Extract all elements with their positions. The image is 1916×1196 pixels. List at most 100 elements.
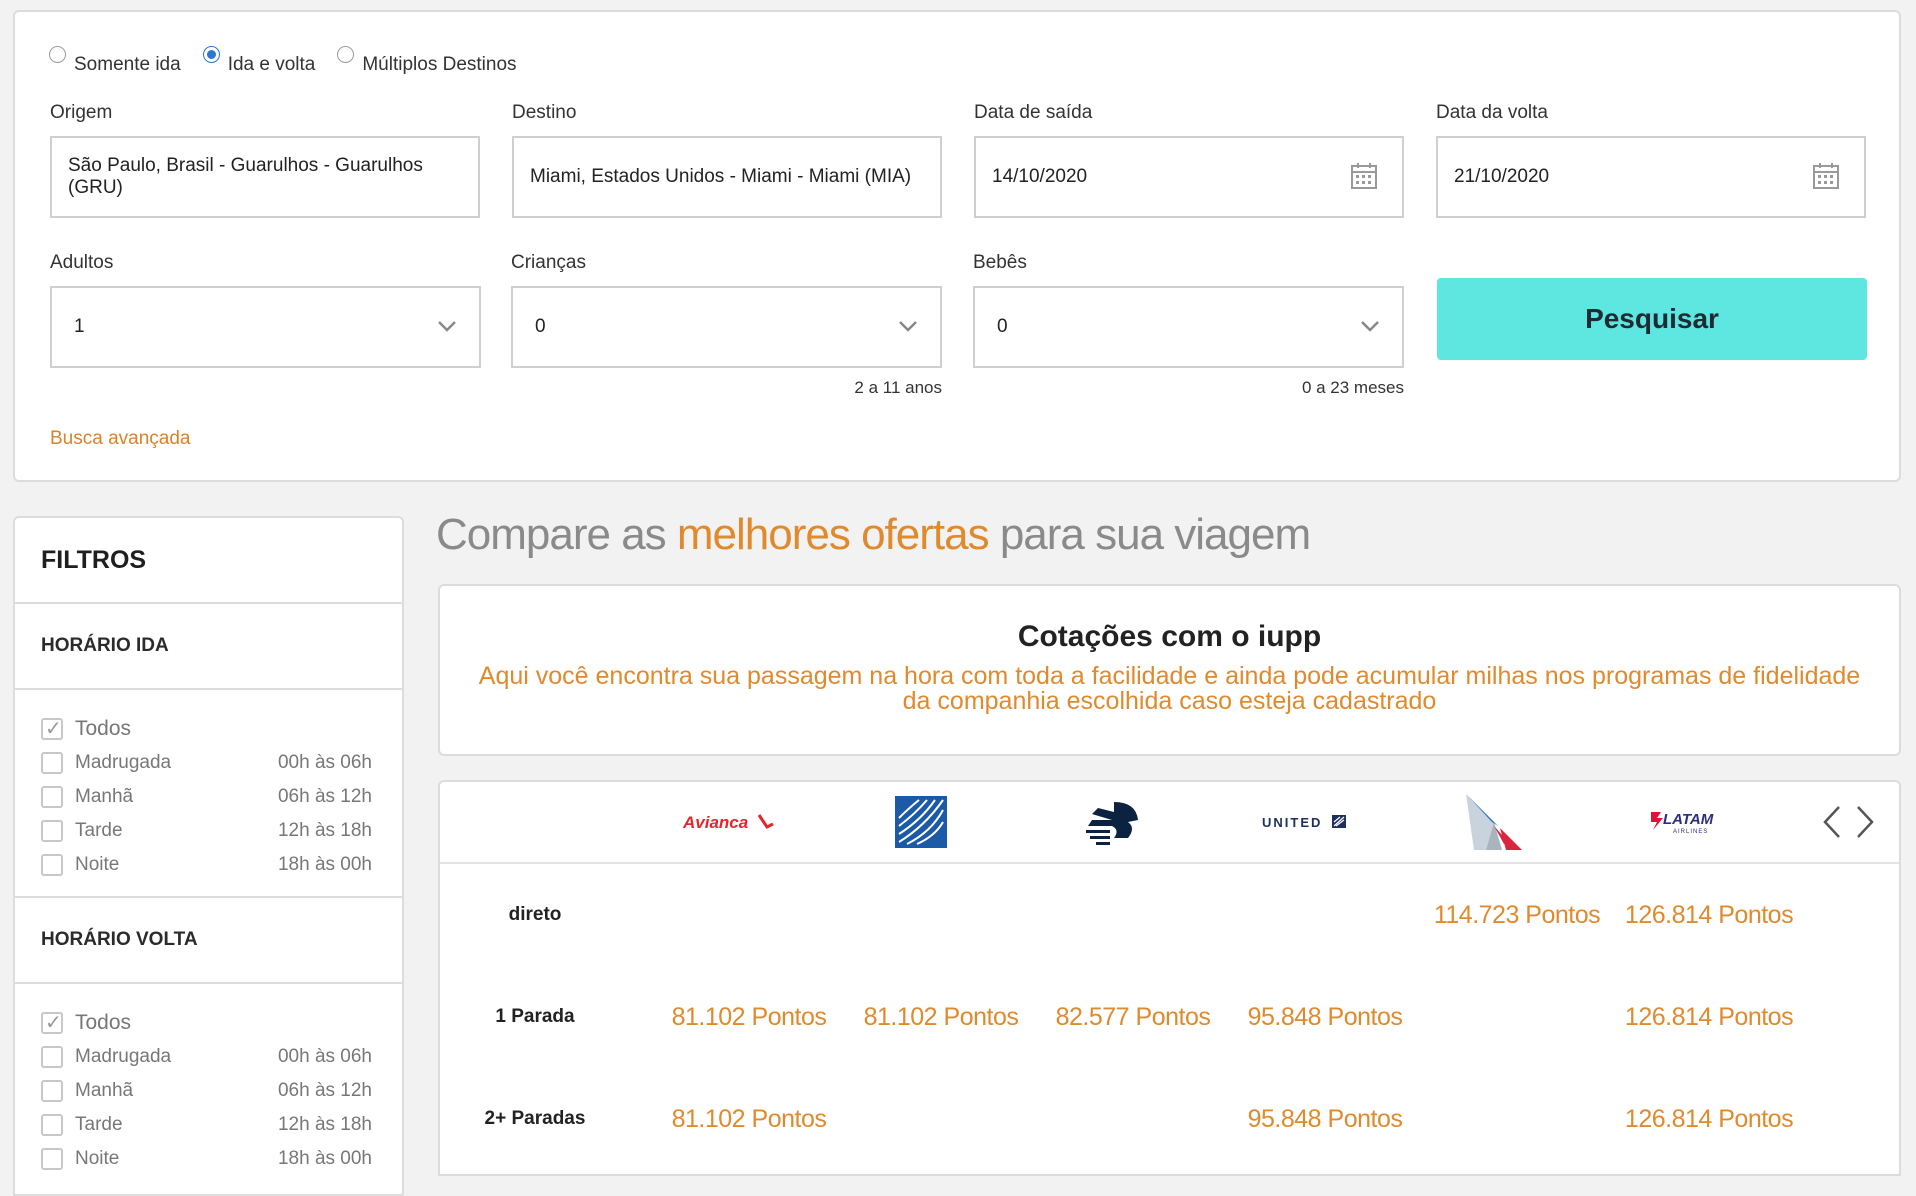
calendar-icon[interactable] — [1812, 162, 1840, 190]
checkbox[interactable] — [41, 786, 63, 808]
filter-option[interactable]: Noite 18h às 00h — [41, 1142, 372, 1176]
checkbox[interactable] — [41, 1010, 63, 1035]
adults-value: 1 — [74, 316, 85, 337]
trip-type-one-way[interactable]: Somente ida — [49, 44, 181, 76]
avianca-logo-icon: Avianca — [683, 813, 774, 832]
destination-input[interactable]: Miami, Estados Unidos - Miami - Miami (M… — [512, 136, 942, 218]
chevron-left-icon[interactable] — [1821, 804, 1843, 840]
price-cell[interactable]: 82.577 Pontos — [1038, 1003, 1228, 1032]
united-logo[interactable]: UNITED — [1230, 792, 1380, 852]
filter-option-name: Madrugada — [75, 752, 172, 773]
one-way-radio[interactable] — [49, 46, 66, 63]
price-cell[interactable]: 126.814 Pontos — [1614, 1003, 1804, 1032]
info-text: Aqui você encontra sua passagem na hora … — [478, 662, 1861, 715]
multi-city-radio[interactable] — [337, 46, 355, 63]
checkbox[interactable] — [41, 1046, 63, 1068]
price-cell[interactable]: 126.814 Pontos — [1614, 901, 1804, 930]
advanced-search-link[interactable]: Busca avançada — [50, 428, 191, 450]
svg-text:Avianca: Avianca — [683, 813, 748, 832]
origin-input[interactable]: São Paulo, Brasil - Guarulhos - Guarulho… — [50, 136, 480, 218]
price-cell[interactable]: 126.814 Pontos — [1614, 1105, 1804, 1134]
chevron-right-icon[interactable] — [1854, 804, 1876, 840]
filter-option[interactable]: Manhã 06h às 12h — [41, 1074, 372, 1108]
svg-text:UNITED: UNITED — [1262, 815, 1322, 830]
adults-select[interactable]: 1 — [50, 286, 481, 368]
row-label-2-stops: 2+ Paradas — [484, 1108, 586, 1129]
page-headline: Compare as melhores ofertas para sua via… — [436, 510, 1311, 560]
origin-value: São Paulo, Brasil - Guarulhos - Guarulho… — [68, 155, 423, 198]
filter-option-range: 18h às 00h — [277, 1148, 372, 1169]
headline-highlight: melhores ofertas — [676, 510, 990, 559]
filter-option-range: 18h às 00h — [277, 854, 372, 875]
filter-option[interactable]: Todos — [41, 1006, 372, 1040]
filter-option[interactable]: Tarde 12h às 18h — [41, 1108, 372, 1142]
filter-option-name: Manhã — [75, 786, 134, 807]
filter-option[interactable]: Manhã 06h às 12h — [41, 780, 372, 814]
checkbox[interactable] — [41, 1148, 63, 1170]
filter-option[interactable]: Tarde 12h às 18h — [41, 814, 372, 848]
filter-option-name: Tarde — [75, 820, 123, 841]
chevron-down-icon — [438, 321, 456, 332]
children-label: Crianças — [511, 252, 586, 273]
trip-type-round-trip[interactable]: Ida e volta — [202, 44, 316, 76]
return-date-input[interactable]: 21/10/2020 — [1436, 136, 1866, 218]
filters-title: FILTROS — [15, 518, 402, 604]
price-cell[interactable]: 95.848 Pontos — [1230, 1003, 1420, 1032]
filter-option[interactable]: Madrugada 00h às 06h — [41, 746, 372, 780]
aeromexico-logo[interactable] — [1038, 792, 1188, 852]
price-cell[interactable]: 81.102 Pontos — [654, 1105, 844, 1134]
filter-option[interactable]: Todos — [41, 712, 372, 746]
checkbox[interactable] — [41, 716, 63, 741]
trip-type-label: Somente ida — [74, 54, 181, 75]
children-age-hint: 2 a 11 anos — [854, 378, 942, 397]
headline-part2: para sua viagem — [988, 510, 1311, 559]
departure-date-value: 14/10/2020 — [992, 166, 1088, 187]
latam-logo[interactable]: LATAM AIRLINES — [1614, 792, 1764, 852]
filter-option-name: Noite — [75, 1148, 120, 1169]
filter-option-range: 06h às 12h — [277, 786, 372, 807]
children-field: Crianças 0 — [511, 252, 942, 368]
filter-option-range: 00h às 06h — [277, 1046, 372, 1067]
calendar-icon[interactable] — [1350, 162, 1378, 190]
aeromexico-logo-icon — [1086, 802, 1138, 845]
filter-option-name: Tarde — [75, 1114, 123, 1135]
american-airlines-logo[interactable] — [1422, 792, 1572, 852]
children-select[interactable]: 0 — [511, 286, 942, 368]
trip-type-multi-city[interactable]: Múltiplos Destinos — [337, 44, 517, 76]
infants-field: Bebês 0 — [973, 252, 1404, 368]
svg-text:AIRLINES: AIRLINES — [1673, 829, 1708, 835]
price-cell[interactable]: 95.848 Pontos — [1230, 1105, 1420, 1134]
infants-select[interactable]: 0 — [973, 286, 1404, 368]
adults-label: Adultos — [50, 252, 114, 273]
united-logo-icon: UNITED — [1262, 815, 1346, 830]
checkbox[interactable] — [41, 1080, 63, 1102]
checkbox[interactable] — [41, 1114, 63, 1136]
infants-age-hint: 0 a 23 meses — [1301, 378, 1404, 397]
filter-option[interactable]: Madrugada 00h às 06h — [41, 1040, 372, 1074]
avianca-logo[interactable]: Avianca — [654, 792, 804, 852]
copa-logo[interactable] — [846, 792, 996, 852]
price-cell[interactable]: 81.102 Pontos — [654, 1003, 844, 1032]
price-cell[interactable]: 114.723 Pontos — [1422, 901, 1612, 930]
filter-option-name: Madrugada — [75, 1046, 172, 1067]
filter-option[interactable]: Noite 18h às 00h — [41, 848, 372, 882]
chevron-down-icon — [899, 321, 917, 332]
row-label-direct: direto — [508, 904, 562, 925]
filter-option-name: Todos — [75, 1011, 132, 1034]
adults-field: Adultos 1 — [50, 252, 481, 368]
info-box: Cotações com o iupp Aqui você encontra s… — [438, 584, 1901, 756]
trip-type-label: Múltiplos Destinos — [362, 54, 517, 75]
checkbox[interactable] — [41, 854, 63, 876]
filters-panel: FILTROS HORÁRIO IDA Todos Madrugada 00h à… — [13, 516, 404, 1196]
round-trip-radio[interactable] — [202, 46, 220, 63]
trip-type-label: Ida e volta — [227, 54, 316, 75]
origin-field: Origem São Paulo, Brasil - Guarulhos - G… — [50, 102, 480, 218]
return-date-label: Data da volta — [1436, 102, 1548, 123]
departure-date-input[interactable]: 14/10/2020 — [974, 136, 1404, 218]
checkbox[interactable] — [41, 820, 63, 842]
info-title: Cotações com o iupp — [1017, 620, 1322, 653]
american-airlines-logo-icon — [1466, 794, 1522, 850]
price-cell[interactable]: 81.102 Pontos — [846, 1003, 1036, 1032]
search-button[interactable]: Pesquisar — [1437, 278, 1867, 360]
checkbox[interactable] — [41, 752, 63, 774]
